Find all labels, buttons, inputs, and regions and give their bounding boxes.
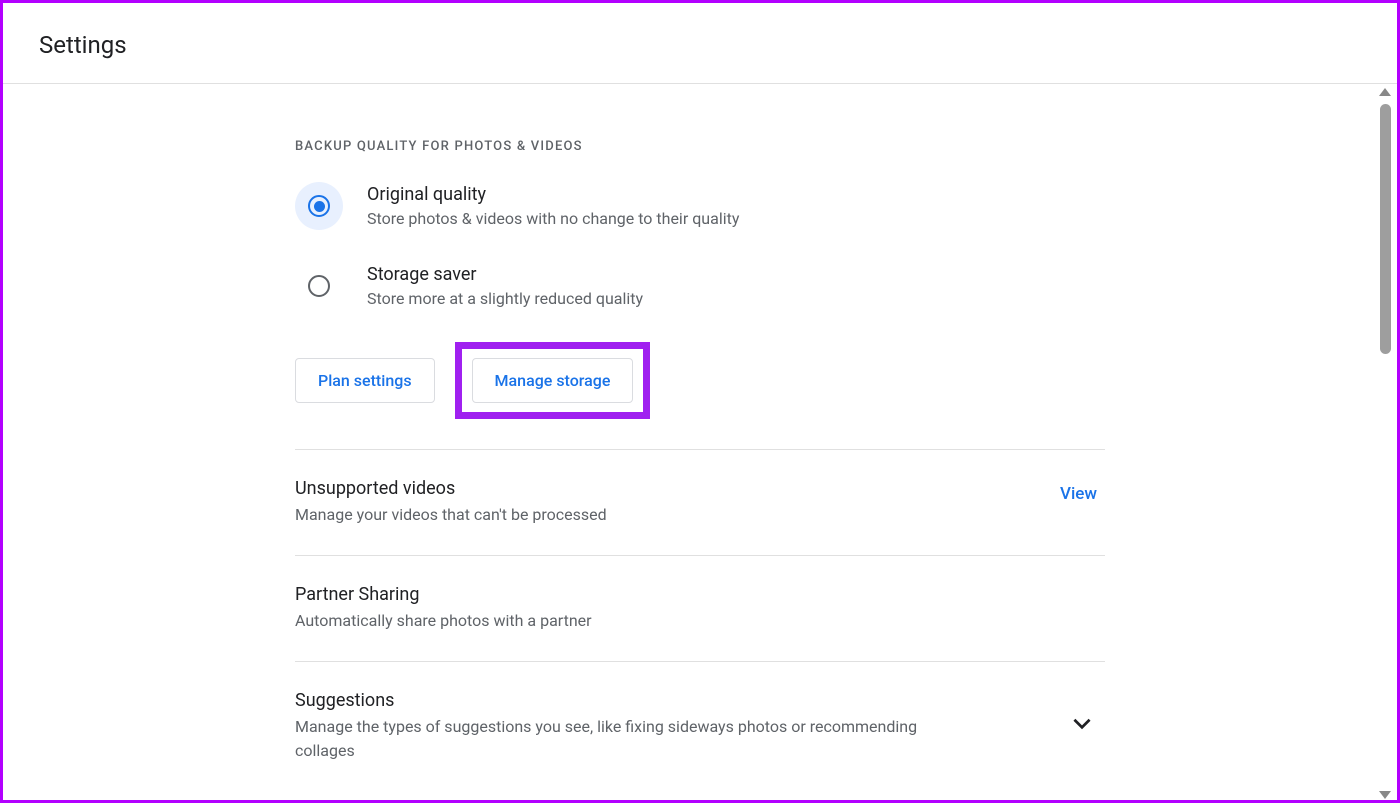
setting-title-partner-sharing: Partner Sharing	[295, 584, 592, 605]
backup-quality-section-label: BACKUP QUALITY FOR PHOTOS & VIDEOS	[295, 139, 1105, 154]
plan-settings-button[interactable]: Plan settings	[295, 358, 435, 403]
setting-title-suggestions: Suggestions	[295, 690, 935, 711]
option-desc-original: Store photos & videos with no change to …	[367, 209, 739, 228]
scroll-thumb[interactable]	[1380, 104, 1391, 354]
radio-option-original-quality[interactable]: Original quality Store photos & videos w…	[295, 182, 1105, 230]
radio-label: Storage saver Store more at a slightly r…	[367, 262, 643, 308]
setting-row-unsupported-videos[interactable]: Unsupported videos Manage your videos th…	[295, 450, 1105, 556]
manage-storage-button[interactable]: Manage storage	[472, 358, 634, 403]
option-title-original: Original quality	[367, 184, 739, 205]
option-desc-storage-saver: Store more at a slightly reduced quality	[367, 289, 643, 308]
chevron-down-icon[interactable]	[1069, 710, 1095, 736]
setting-title-unsupported: Unsupported videos	[295, 478, 607, 499]
setting-text: Unsupported videos Manage your videos th…	[295, 478, 607, 527]
content: BACKUP QUALITY FOR PHOTOS & VIDEOS Origi…	[295, 84, 1105, 791]
radio-circle-icon	[308, 195, 330, 217]
radio-label: Original quality Store photos & videos w…	[367, 182, 739, 228]
setting-desc-suggestions: Manage the types of suggestions you see,…	[295, 715, 935, 763]
setting-desc-unsupported: Manage your videos that can't be process…	[295, 503, 607, 527]
header: Settings	[3, 3, 1397, 84]
setting-row-suggestions[interactable]: Suggestions Manage the types of suggesti…	[295, 662, 1105, 791]
setting-text: Partner Sharing Automatically share phot…	[295, 584, 592, 633]
setting-text: Suggestions Manage the types of suggesti…	[295, 690, 935, 763]
option-title-storage-saver: Storage saver	[367, 264, 643, 285]
highlight-annotation: Manage storage	[455, 342, 651, 419]
content-wrapper: BACKUP QUALITY FOR PHOTOS & VIDEOS Origi…	[3, 84, 1397, 803]
view-button[interactable]: View	[1052, 478, 1105, 510]
radio-button-original[interactable]	[295, 182, 343, 230]
setting-desc-partner-sharing: Automatically share photos with a partne…	[295, 609, 592, 633]
setting-row-partner-sharing[interactable]: Partner Sharing Automatically share phot…	[295, 556, 1105, 662]
scrollbar[interactable]	[1376, 84, 1394, 803]
radio-circle-icon	[308, 275, 330, 297]
scroll-up-icon[interactable]	[1379, 88, 1391, 96]
scroll-down-icon[interactable]	[1379, 791, 1391, 799]
radio-button-storage-saver[interactable]	[295, 262, 343, 310]
page-title: Settings	[39, 31, 1361, 59]
radio-option-storage-saver[interactable]: Storage saver Store more at a slightly r…	[295, 262, 1105, 310]
button-row: Plan settings Manage storage	[295, 342, 1105, 419]
radio-dot-icon	[314, 201, 325, 212]
